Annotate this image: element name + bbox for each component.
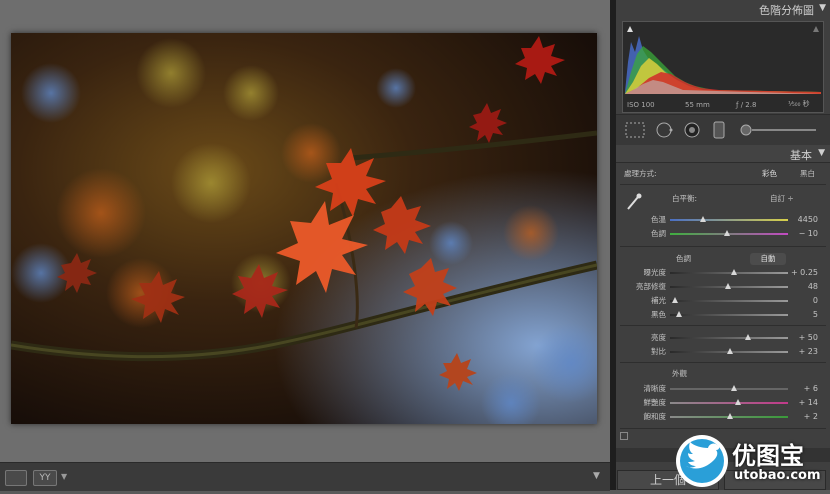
slider-value[interactable]: + 0.25 <box>788 267 818 279</box>
tone-auto-button[interactable]: 自動 <box>750 253 786 265</box>
histogram-focal-length: 55 mm <box>685 101 710 109</box>
separator <box>620 246 826 247</box>
slider-knob[interactable] <box>676 311 683 317</box>
histogram-title: 色階分佈圖 <box>759 4 814 17</box>
adjustment-brush-icon[interactable] <box>740 124 752 136</box>
slider-track[interactable] <box>670 413 788 419</box>
separator <box>620 362 826 363</box>
slider-label: 曝光度 <box>643 268 667 277</box>
slider-value[interactable]: 0 <box>788 295 818 307</box>
slider-track[interactable] <box>670 269 788 275</box>
slider-label: 黑色 <box>651 310 666 319</box>
slider-track[interactable] <box>670 399 788 405</box>
slider-label: 亮部修復 <box>636 282 666 291</box>
separator <box>620 184 826 185</box>
toolbar-options-icon[interactable]: ▼ <box>593 471 600 481</box>
compare-view-button[interactable]: YY <box>33 470 57 486</box>
slider-row[interactable]: 鮮艷度 + 14 <box>616 397 830 409</box>
slider-row[interactable]: 色調 − 10 <box>616 228 830 240</box>
crop-tool-icon[interactable] <box>625 122 645 138</box>
slider-value[interactable]: − 10 <box>788 228 818 240</box>
slider-row[interactable]: 亮度 + 50 <box>616 332 830 344</box>
slider-row[interactable]: 對比 + 23 <box>616 346 830 358</box>
slider-value[interactable]: 4450 <box>788 214 818 226</box>
slider-knob[interactable] <box>730 385 737 391</box>
slider-track[interactable] <box>670 348 788 354</box>
watermark-logo: 优图宝 utobao.com <box>674 432 830 490</box>
view-dropdown-icon[interactable]: ▼ <box>61 472 67 481</box>
histogram-shutter: ¹⁄₅₀₀ 秒 <box>788 100 810 108</box>
histogram-iso: ISO 100 <box>627 101 655 109</box>
slider-label: 亮度 <box>651 333 666 342</box>
slider-row[interactable]: 補光 0 <box>616 295 830 307</box>
basic-panel-title: 基本 <box>790 149 812 162</box>
slider-value[interactable]: 5 <box>788 309 818 321</box>
slider-label: 對比 <box>651 347 666 356</box>
slider-label: 飽和度 <box>643 412 667 421</box>
slider-row[interactable]: 曝光度 + 0.25 <box>616 267 830 279</box>
slider-knob[interactable] <box>727 348 734 354</box>
slider-track[interactable] <box>670 297 788 303</box>
white-balance-label: 白平衡: <box>672 194 698 203</box>
slider-knob[interactable] <box>727 413 734 419</box>
slider-track[interactable] <box>670 311 788 317</box>
watermark-url: utobao.com <box>734 468 821 483</box>
separator <box>620 325 826 326</box>
slider-value[interactable]: + 23 <box>788 346 818 358</box>
develop-right-panel: 色階分佈圖 ▼ ISO 100 55 mm ƒ / 2.8 ¹⁄₅₀₀ 秒 基本… <box>616 0 830 490</box>
watermark-brand: 优图宝 <box>732 442 804 470</box>
separator <box>620 428 826 429</box>
basic-panel-header[interactable]: 基本 ▼ <box>616 145 830 163</box>
slider-knob[interactable] <box>735 399 742 405</box>
tone-label: 色調 <box>676 254 691 263</box>
photo-image <box>11 33 597 424</box>
slider-value[interactable]: 48 <box>788 281 818 293</box>
slider-knob[interactable] <box>723 230 730 236</box>
slider-knob[interactable] <box>724 283 731 289</box>
loupe-view-button[interactable] <box>5 470 27 486</box>
slider-track[interactable] <box>670 216 788 222</box>
tool-icons <box>625 121 816 139</box>
slider-label: 補光 <box>651 296 666 305</box>
spot-removal-icon[interactable] <box>656 122 672 138</box>
slider-label: 色溫 <box>651 215 666 224</box>
eyedropper-icon[interactable] <box>624 192 644 212</box>
histogram-collapse-icon[interactable]: ▼ <box>819 3 826 13</box>
photo-maple-leaves[interactable] <box>11 33 597 424</box>
graduated-filter-icon[interactable] <box>713 121 725 139</box>
slider-value[interactable]: + 2 <box>788 411 818 423</box>
slider-row[interactable]: 清晰度 + 6 <box>616 383 830 395</box>
basic-collapse-icon[interactable]: ▼ <box>818 148 825 158</box>
slider-track[interactable] <box>670 385 788 391</box>
slider-knob[interactable] <box>700 216 707 222</box>
histogram-aperture: ƒ / 2.8 <box>736 101 757 109</box>
slider-track[interactable] <box>670 283 788 289</box>
filmstrip-toolbar: YY ▼ ▼ <box>0 462 610 491</box>
soft-proof-checkbox[interactable] <box>620 432 628 440</box>
slider-knob[interactable] <box>671 297 678 303</box>
slider-row[interactable]: 飽和度 + 2 <box>616 411 830 423</box>
slider-knob[interactable] <box>744 334 751 340</box>
slider-value[interactable]: + 50 <box>788 332 818 344</box>
treatment-color-button[interactable]: 彩色 <box>762 168 777 180</box>
image-view <box>0 0 610 462</box>
treatment-bw-button[interactable]: 黑白 <box>800 168 815 180</box>
slider-label: 鮮艷度 <box>643 398 667 407</box>
slider-value[interactable]: + 6 <box>788 383 818 395</box>
slider-label: 清晰度 <box>643 384 667 393</box>
slider-knob[interactable] <box>730 269 737 275</box>
slider-row[interactable]: 色溫 4450 <box>616 214 830 226</box>
slider-track[interactable] <box>670 334 788 340</box>
presence-label: 外觀 <box>672 369 687 378</box>
slider-row[interactable]: 黑色 5 <box>616 309 830 321</box>
histogram[interactable]: ISO 100 55 mm ƒ / 2.8 ¹⁄₅₀₀ 秒 <box>622 21 824 113</box>
slider-label: 色調 <box>651 229 666 238</box>
slider-value[interactable]: + 14 <box>788 397 818 409</box>
treatment-label: 處理方式: <box>624 169 657 178</box>
tool-strip <box>616 114 830 146</box>
slider-row[interactable]: 亮部修復 48 <box>616 281 830 293</box>
slider-track[interactable] <box>670 230 788 236</box>
white-balance-preset-select[interactable]: 自訂 ÷ <box>770 193 794 205</box>
